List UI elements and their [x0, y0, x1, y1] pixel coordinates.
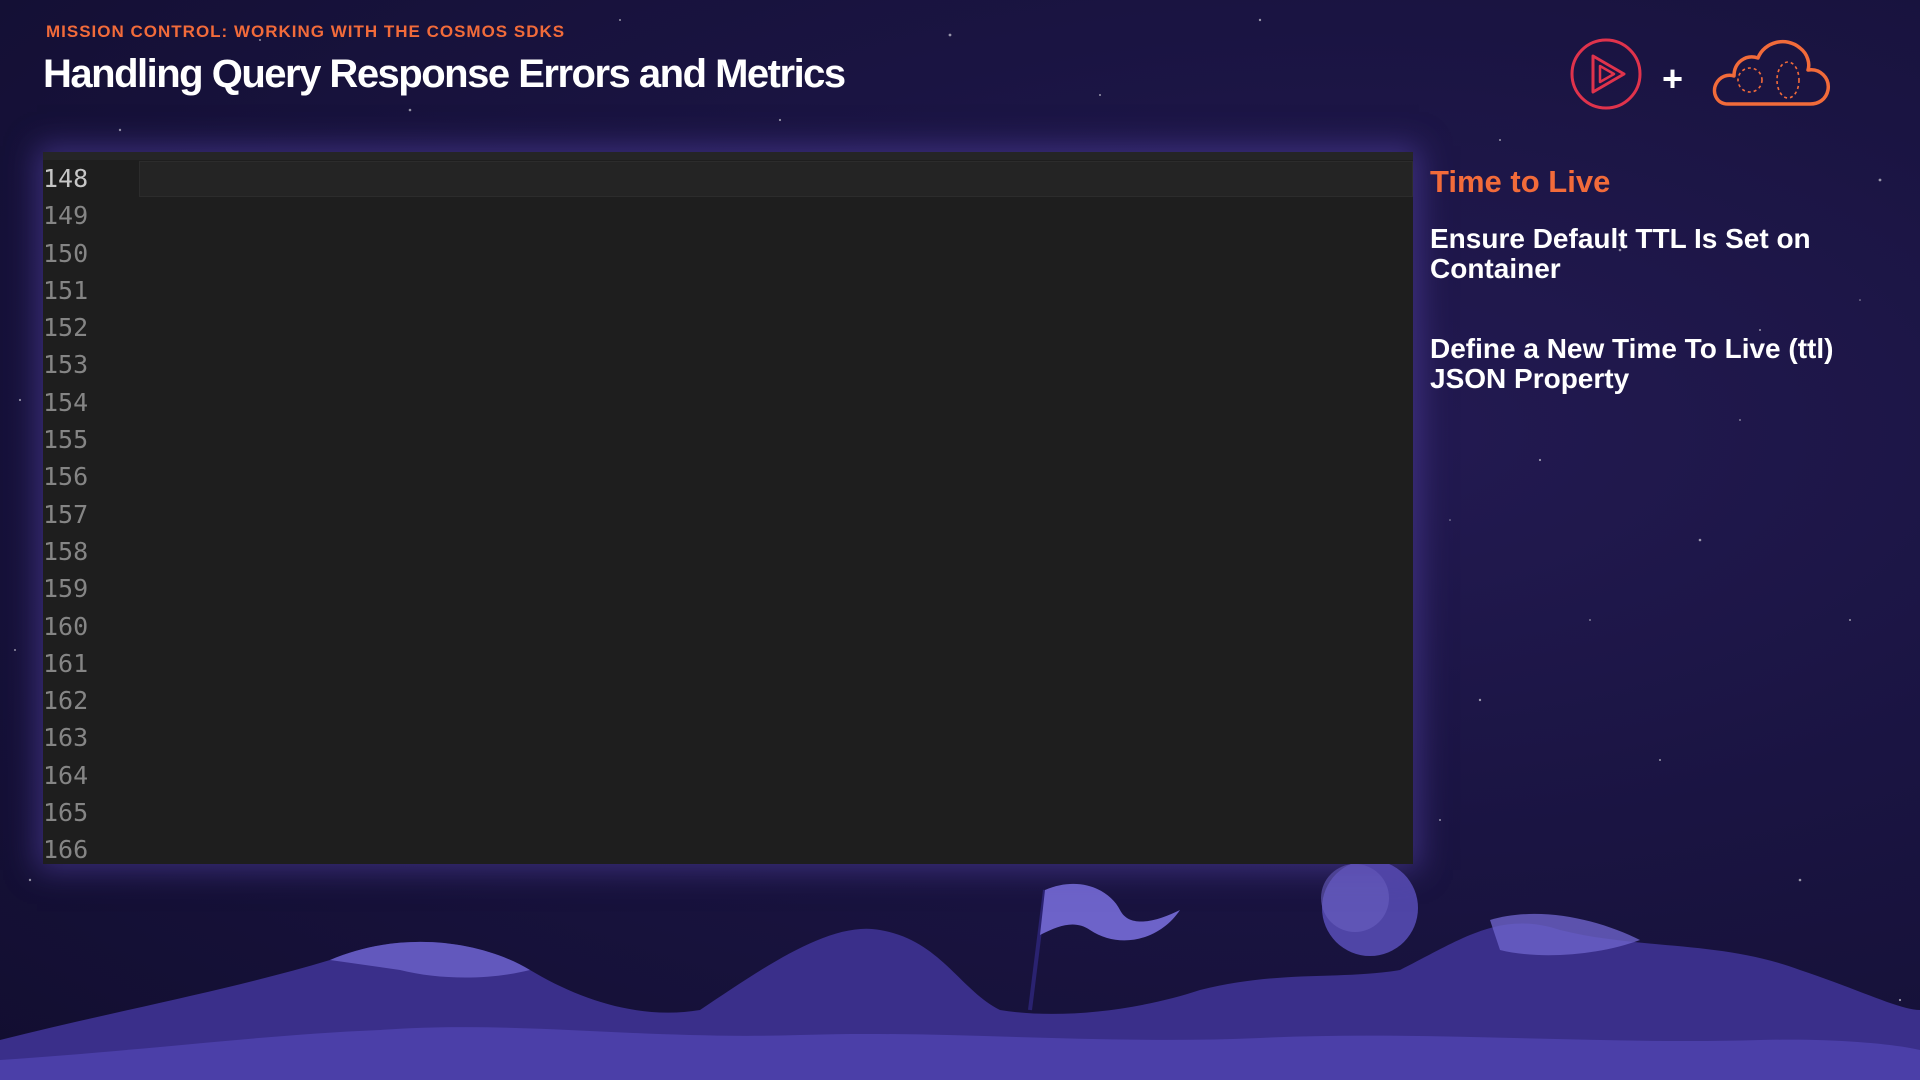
- line-number: 160: [43, 611, 89, 641]
- plus-sign: +: [1662, 58, 1684, 99]
- line-number: 158: [43, 536, 89, 566]
- line-number: 162: [43, 686, 89, 716]
- sidebar-point: Ensure Default TTL Is Set on Container: [1430, 223, 1811, 284]
- line-number: 154: [43, 387, 89, 417]
- line-number-gutter: 148 149 150 151 152 153 154 155 156 157 …: [43, 160, 133, 864]
- cloud-logo-icon: [1712, 39, 1830, 106]
- course-kicker: MISSION CONTROL: WORKING WITH THE COSMOS…: [46, 22, 566, 41]
- line-number: 164: [43, 760, 89, 790]
- line-number: 159: [43, 574, 89, 604]
- line-number: 165: [43, 798, 89, 828]
- line-number: 155: [43, 425, 89, 455]
- line-number: 166: [43, 835, 89, 864]
- line-number: 149: [43, 201, 89, 231]
- line-number: 157: [43, 499, 89, 529]
- sidebar-heading: Time to Live: [1430, 164, 1611, 199]
- moon-landscape-illustration: [0, 860, 1920, 1080]
- current-line-highlight: [139, 161, 1413, 197]
- line-number: 151: [43, 275, 89, 305]
- topic-sidebar: Time to Live Ensure Default TTL Is Set o…: [1430, 164, 1900, 444]
- line-number: 148: [43, 164, 89, 193]
- editor-top-bar: [43, 152, 1413, 160]
- page-title: Handling Query Response Errors and Metri…: [43, 52, 846, 96]
- line-number: 153: [43, 350, 89, 380]
- code-editor[interactable]: 148 149 150 151 152 153 154 155 156 157 …: [43, 152, 1413, 864]
- line-number: 150: [43, 238, 89, 268]
- sidebar-point: Define a New Time To Live (ttl) JSON Pro…: [1430, 333, 1834, 394]
- play-logo-icon: [1570, 38, 1642, 110]
- line-number: 156: [43, 462, 89, 492]
- line-number: 163: [43, 723, 89, 753]
- line-number: 152: [43, 313, 89, 343]
- line-number: 161: [43, 648, 89, 678]
